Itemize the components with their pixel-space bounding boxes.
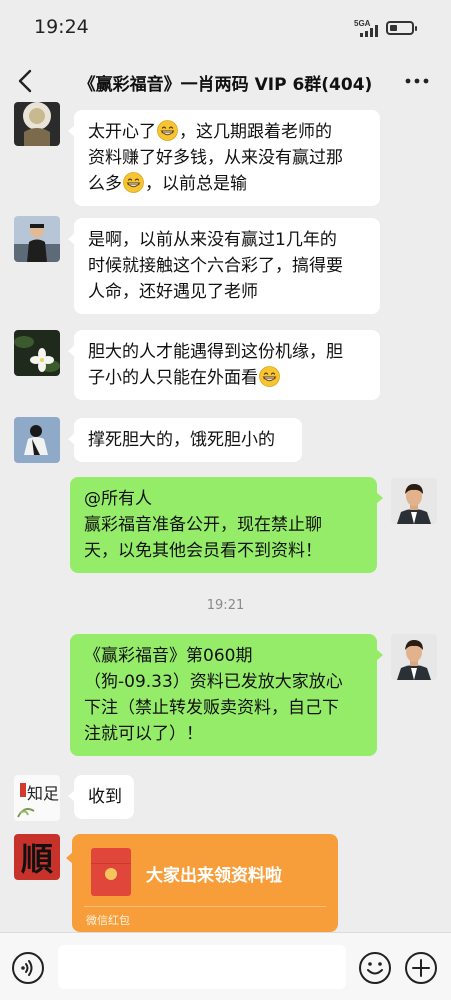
message-line: 资料赚了好多钱，从来没有赢过那 [88, 148, 343, 168]
avatar[interactable]: 知足 [14, 775, 60, 821]
message-input[interactable] [58, 945, 346, 989]
avatar[interactable] [14, 102, 60, 146]
avatar-calligraphy: 知足 [27, 784, 59, 803]
avatar-shun: 順 [21, 840, 53, 878]
signal-icon: 5GA [354, 19, 380, 37]
back-arrow-icon[interactable] [14, 66, 38, 96]
message-line: 撑死胆大的，饿死胆小的 [88, 430, 275, 450]
grin-emoji-icon [123, 172, 144, 193]
avatar[interactable] [14, 417, 60, 463]
message-bubble[interactable]: 太开心了 ，这几期跟着老师的 资料赚了好多钱，从来没有赢过那 么多 ，以前总是输 [68, 110, 380, 206]
self-avatar[interactable] [391, 634, 437, 680]
message-line: 人命，还好遇见了老师 [88, 282, 258, 302]
avatar[interactable]: 順 [14, 834, 60, 880]
voice-icon[interactable] [11, 951, 45, 985]
message-bubble[interactable]: 胆大的人才能遇得到这份机缘，胆 子小的人只能在外面看 [68, 330, 380, 400]
divider [84, 906, 326, 907]
message-line: 子小的人只能在外面看 [88, 365, 366, 391]
chat-header: 《赢彩福音》一肖两码 VIP 6群(404) [0, 56, 451, 106]
grin-emoji-icon [259, 366, 280, 387]
red-packet-title: 大家出来领资料啦 [146, 866, 282, 886]
input-bar [0, 932, 451, 1000]
battery-icon [386, 21, 417, 35]
message-line: 胆大的人才能遇得到这份机缘，胆 [88, 342, 343, 362]
message-bubble[interactable]: 是啊，以前从来没有赢过1几年的 时候就接触这个六合彩了，搞得要 人命，还好遇见了… [68, 218, 380, 314]
chat-timestamp: 19:21 [206, 598, 245, 613]
red-packet-label: 微信红包 [86, 914, 130, 927]
message-line: 赢彩福音准备公开，现在禁止聊 [84, 515, 322, 535]
message-line: 注就可以了）！ [84, 724, 203, 744]
emoji-icon[interactable] [358, 951, 392, 985]
red-packet-card[interactable]: 大家出来领资料啦 微信红包 [66, 834, 338, 932]
message-bubble[interactable]: 撑死胆大的，饿死胆小的 [68, 418, 302, 462]
plus-icon[interactable] [404, 951, 438, 985]
message-bubble[interactable]: 收到 [68, 775, 134, 819]
message-line: 下注（禁止转发贩卖资料，自己下 [84, 698, 339, 718]
message-line: 《赢彩福音》第060期 [84, 646, 253, 666]
message-line: 天，以免其他会员看不到资料！ [84, 541, 322, 561]
chat-title[interactable]: 《赢彩福音》一肖两码 VIP 6群(404) [58, 70, 393, 95]
message-line: @所有人 [84, 489, 152, 509]
red-envelope-icon [91, 848, 131, 896]
message-line: 么多 ，以前总是输 [88, 172, 247, 194]
message-line: 太开心了 ，这几期跟着老师的 [88, 120, 332, 142]
message-line: 收到 [88, 787, 122, 807]
message-line: （狗-09.33）资料已发放大家放心 [84, 672, 343, 692]
grin-emoji-icon [157, 120, 178, 141]
more-icon[interactable] [402, 68, 432, 94]
message-line: 时候就接触这个六合彩了，搞得要 [88, 256, 343, 276]
message-line: 是啊，以前从来没有赢过1几年的 [88, 230, 337, 250]
status-time: 19:24 [34, 16, 89, 38]
status-bar: 19:24 5GA [0, 0, 451, 56]
message-bubble-self[interactable]: 《赢彩福音》第060期 （狗-09.33）资料已发放大家放心 下注（禁止转发贩卖… [70, 634, 383, 756]
avatar[interactable] [14, 216, 60, 262]
message-bubble-self[interactable]: @所有人 赢彩福音准备公开，现在禁止聊 天，以免其他会员看不到资料！ [70, 477, 383, 573]
self-avatar[interactable] [391, 478, 437, 524]
avatar[interactable] [14, 330, 60, 376]
